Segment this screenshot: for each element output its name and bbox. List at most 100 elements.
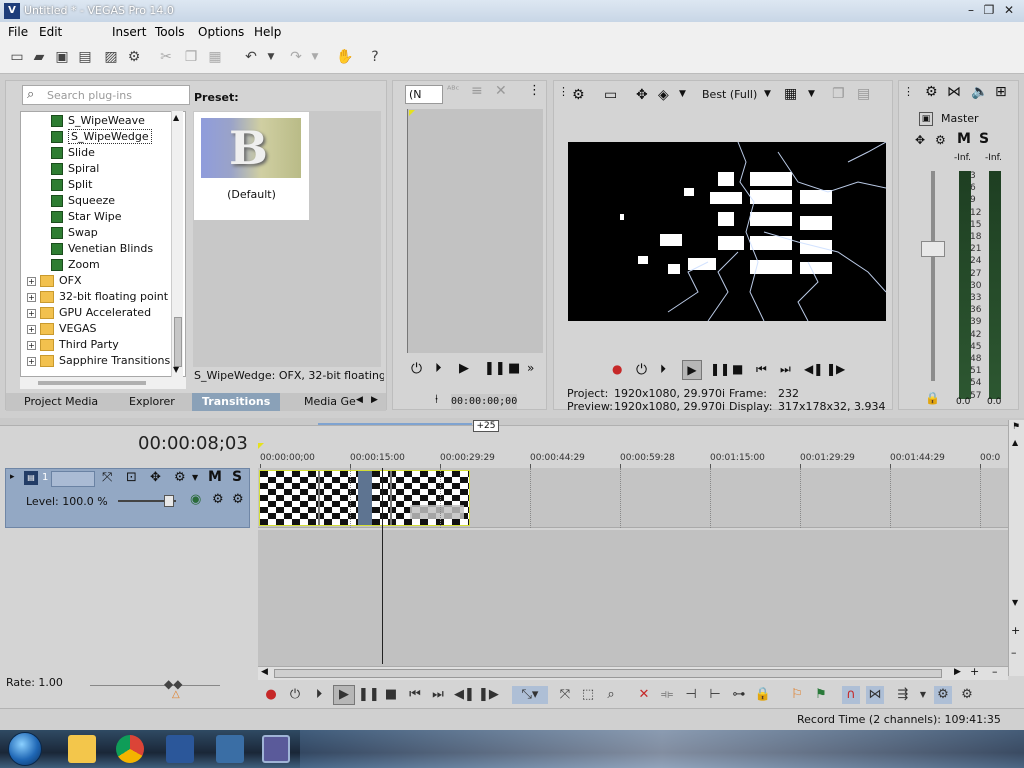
- track-fx-dropdown-icon[interactable]: ▼: [192, 473, 198, 482]
- tree-item-folder[interactable]: + Sapphire Transitions: [27, 354, 170, 370]
- document-app-icon[interactable]: [166, 735, 194, 763]
- playback-rate-slider[interactable]: [90, 685, 220, 686]
- panel-grip-icon[interactable]: ⋮: [558, 85, 569, 98]
- insert-region-icon[interactable]: ⚑: [812, 686, 830, 704]
- panel-splitter[interactable]: [0, 418, 1024, 426]
- preview-quality-select[interactable]: Best (Full): [702, 88, 757, 101]
- tab-transitions[interactable]: Transitions: [192, 393, 281, 411]
- scroll-down-icon[interactable]: ▼: [173, 365, 179, 374]
- tree-item-transition[interactable]: Star Wipe: [51, 210, 122, 226]
- save-as-icon[interactable]: ▤: [76, 48, 94, 66]
- trim-loop-icon[interactable]: ⏻: [411, 361, 422, 377]
- tree-item-transition[interactable]: Slide: [51, 146, 95, 162]
- video-track-lane[interactable]: [258, 468, 1008, 528]
- paste-icon[interactable]: ▦: [206, 48, 224, 66]
- ignore-grouping-icon[interactable]: ⚙: [958, 686, 976, 704]
- tree-item-transition[interactable]: Spiral: [51, 162, 99, 178]
- track-parent-icon[interactable]: ⚙: [212, 492, 224, 507]
- tab-explorer[interactable]: Explorer: [129, 395, 175, 408]
- record-icon[interactable]: ●: [262, 686, 280, 704]
- overlays-dropdown-icon[interactable]: ▼: [808, 89, 815, 99]
- external-monitor-icon[interactable]: ▭: [604, 87, 617, 103]
- preview-pause-icon[interactable]: ❚❚: [710, 362, 730, 376]
- open-folder-icon[interactable]: ▰: [30, 48, 48, 66]
- panel-grip-icon[interactable]: ⋮: [903, 85, 914, 98]
- vegas-app-icon[interactable]: V: [4, 3, 20, 19]
- menu-edit[interactable]: Edit: [39, 25, 62, 39]
- envelope-tool-icon[interactable]: ⤧: [556, 686, 574, 704]
- trim-stop-icon[interactable]: ■: [508, 361, 520, 376]
- hscroll-thumb[interactable]: [274, 669, 942, 678]
- trim-icon[interactable]: ⟚: [658, 686, 676, 704]
- normal-edit-tool-icon[interactable]: ⤡▾: [512, 686, 548, 704]
- start-button[interactable]: [8, 732, 42, 766]
- trimmer-media-select[interactable]: (N: [405, 85, 443, 104]
- trim-more-icon[interactable]: »: [527, 361, 534, 375]
- auto-ripple-icon[interactable]: ⇶: [894, 686, 912, 704]
- tree-item-folder[interactable]: + VEGAS: [27, 322, 97, 338]
- tree-item-transition[interactable]: S_WipeWedge: [51, 129, 152, 146]
- quality-dropdown-icon[interactable]: ▼: [764, 89, 771, 99]
- cut-icon[interactable]: ✂: [157, 48, 175, 66]
- track-name-field[interactable]: [51, 471, 95, 487]
- next-frame-icon[interactable]: ❚▶: [478, 686, 499, 704]
- speaker-icon[interactable]: 🔈: [971, 84, 988, 100]
- go-to-start-icon[interactable]: ⏮: [756, 362, 767, 377]
- redo-icon[interactable]: ↷: [287, 48, 305, 66]
- copy-snapshot-icon[interactable]: ❐: [832, 86, 845, 102]
- zoom-out-icon[interactable]: –: [1011, 646, 1017, 659]
- tree-item-transition[interactable]: Venetian Blinds: [51, 242, 153, 258]
- auto-ripple-dropdown-icon[interactable]: ▼: [914, 686, 932, 704]
- tree-expand-icon[interactable]: +: [27, 356, 36, 366]
- trim-play-icon[interactable]: ▶: [459, 361, 469, 376]
- selection-tool-icon[interactable]: ⬚: [579, 686, 597, 704]
- track-level-handle[interactable]: [164, 495, 174, 507]
- tree-horizontal-scrollbar[interactable]: [20, 377, 186, 389]
- timeline-horizontal-scrollbar[interactable]: ◀ ▶ + –: [258, 665, 1008, 680]
- tree-expand-icon[interactable]: +: [27, 324, 36, 334]
- snapping-magnet-icon[interactable]: ∩: [842, 686, 860, 704]
- insert-marker-icon[interactable]: ⚐: [788, 686, 806, 704]
- track-solo-button[interactable]: S: [232, 469, 242, 485]
- master-insert-icon[interactable]: ✥: [915, 133, 925, 147]
- vegas-taskbar-icon[interactable]: [216, 735, 244, 763]
- track-composite-mode-icon[interactable]: ◉: [190, 492, 201, 507]
- master-settings-gear-icon[interactable]: ⚙: [925, 84, 938, 100]
- render-icon[interactable]: ▨: [102, 48, 120, 66]
- scroll-down-icon[interactable]: ▼: [1012, 598, 1018, 607]
- rate-reset-icon[interactable]: △: [172, 689, 180, 700]
- preview-settings-gear-icon[interactable]: ⚙: [572, 87, 585, 103]
- preview-stop-icon[interactable]: ■: [732, 362, 743, 376]
- go-to-end-icon[interactable]: ⏭: [429, 686, 447, 704]
- stop-icon[interactable]: ■: [382, 686, 400, 704]
- h-zoom-out-icon[interactable]: –: [992, 665, 998, 678]
- active-app-taskbar-icon[interactable]: [262, 735, 290, 763]
- next-frame-icon[interactable]: ❚▶: [826, 362, 845, 376]
- trim-end-icon[interactable]: ⊢: [706, 686, 724, 704]
- undo-dropdown-icon[interactable]: ▼: [262, 48, 280, 66]
- tree-expand-icon[interactable]: +: [27, 340, 36, 350]
- play-from-start-icon[interactable]: ⏵: [660, 362, 666, 377]
- play-button[interactable]: ▶: [333, 685, 355, 705]
- tab-project-media[interactable]: Project Media: [24, 395, 98, 408]
- save-snapshot-icon[interactable]: ▤: [857, 86, 870, 102]
- undo-icon[interactable]: ↶: [242, 48, 260, 66]
- tab-scroll-right-icon[interactable]: ▶: [371, 395, 378, 405]
- whats-this-help-icon[interactable]: ?: [366, 48, 384, 66]
- mixer-icon[interactable]: ⊞: [995, 84, 1007, 100]
- tree-item-transition[interactable]: Zoom: [51, 258, 100, 274]
- track-mute-button[interactable]: M: [208, 469, 222, 485]
- preset-default-thumbnail[interactable]: B (Default): [194, 112, 309, 220]
- save-icon[interactable]: ▣: [53, 48, 71, 66]
- pause-icon[interactable]: ❚❚: [358, 686, 380, 704]
- video-track-header[interactable]: ▸ ▤ 1 ⤧ ⊡ ✥ ⚙ ▼ M S Level: 100.0 % ◉ ⚙ ⚙: [5, 468, 250, 528]
- hscroll-thumb[interactable]: [38, 381, 146, 385]
- trim-marker-icon[interactable]: ⍿: [435, 392, 438, 407]
- h-zoom-in-icon[interactable]: +: [970, 665, 979, 678]
- scroll-up-icon[interactable]: ▲: [173, 113, 179, 122]
- new-project-icon[interactable]: ▭: [8, 48, 26, 66]
- auto-crossfade-icon[interactable]: ⋈: [866, 686, 884, 704]
- tree-item-transition[interactable]: Split: [51, 178, 92, 194]
- track-motion-icon[interactable]: ⤧: [102, 470, 112, 485]
- lock-envelopes-icon[interactable]: ⚙: [934, 686, 952, 704]
